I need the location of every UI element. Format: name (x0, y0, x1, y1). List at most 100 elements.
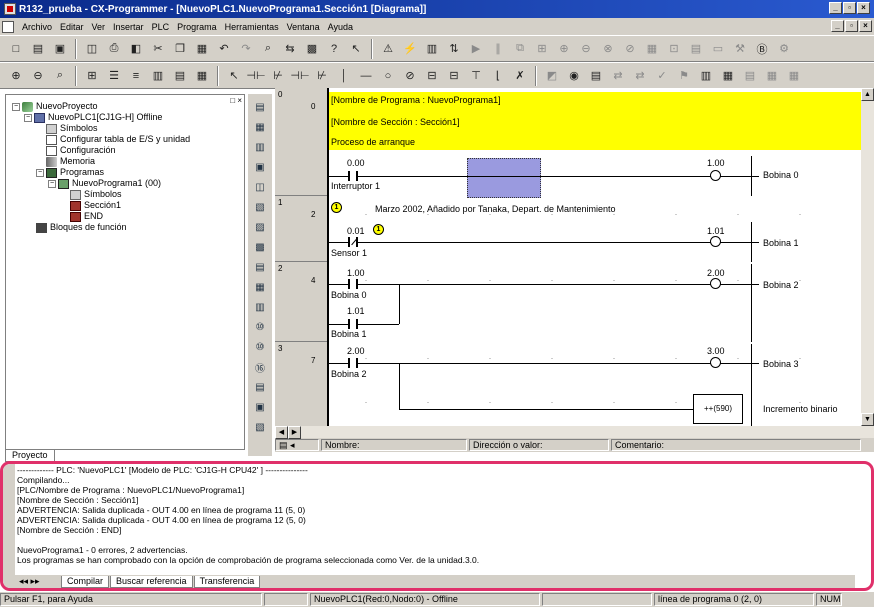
menu-insertar[interactable]: Insertar (109, 22, 148, 32)
properties-icon[interactable]: ◫ (82, 39, 102, 59)
ladder-vertical-scrollbar[interactable]: ▲ ▼ (861, 88, 874, 426)
tree-item[interactable]: Memoria (12, 156, 190, 167)
tab-transferencia[interactable]: Transferencia (193, 575, 261, 588)
differential-monitor-icon[interactable]: ⊞ (532, 39, 552, 59)
data-trace-icon[interactable]: ▤ (740, 66, 760, 86)
edit-icon[interactable]: ▤ (586, 66, 606, 86)
force-off-icon[interactable]: ⊖ (576, 39, 596, 59)
coil-icon[interactable] (710, 170, 721, 181)
instruction-box[interactable]: ++(590) (693, 394, 743, 424)
address-field[interactable]: Dirección o valor: (469, 439, 609, 451)
document-icon[interactable] (2, 20, 14, 33)
pause-icon[interactable]: ∥ (488, 39, 508, 59)
hex-view-icon[interactable]: ⑯ (251, 358, 269, 376)
undo-icon[interactable]: ↶ (214, 39, 234, 59)
check-icon[interactable]: ✓ (652, 66, 672, 86)
memory-card-icon[interactable]: ▦ (762, 66, 782, 86)
view-mnemonic-icon[interactable]: ▦ (251, 118, 269, 136)
window-icon[interactable]: ▭ (708, 39, 728, 59)
menu-editar[interactable]: Editar (56, 22, 88, 32)
tree-item[interactable]: − Programas (12, 167, 190, 178)
contact-icon[interactable] (348, 358, 358, 368)
transfer-edit-icon[interactable]: ⇄ (608, 66, 628, 86)
ladder-horizontal-scrollbar[interactable]: ◀ ▶ (275, 426, 874, 439)
io-table-view-icon[interactable]: ▥ (251, 298, 269, 316)
coil-icon[interactable]: ○ (378, 66, 398, 86)
online-edit-icon[interactable]: ◉ (564, 66, 584, 86)
scroll-down-icon[interactable]: ▼ (861, 413, 874, 426)
compare-icon[interactable]: ⧉ (510, 39, 530, 59)
tab-buscar-referencia[interactable]: Buscar referencia (110, 575, 193, 588)
symbol-table-icon[interactable]: ▦ (192, 66, 212, 86)
tree-item[interactable]: Configuración (12, 145, 190, 156)
close-button[interactable]: × (857, 2, 870, 14)
redo-icon[interactable]: ↷ (236, 39, 256, 59)
tree-item[interactable]: − NuevoPrograma1 (00) (12, 178, 190, 189)
no-contact-icon[interactable]: ⊣⊢ (246, 66, 266, 86)
tree-item[interactable]: Símbolos (12, 123, 190, 134)
cancel-edit-icon[interactable]: ⇄ (630, 66, 650, 86)
view-mode-icon[interactable]: ▤ ◂ (275, 439, 319, 451)
contact-icon[interactable] (348, 171, 358, 181)
address-ref-icon[interactable]: ▤ (251, 258, 269, 276)
view-settings-icon[interactable]: ▧ (251, 198, 269, 216)
grid-toggle-icon[interactable]: ⊞ (82, 66, 102, 86)
task-icon[interactable]: ▤ (686, 39, 706, 59)
select-mode-icon[interactable]: ↖ (224, 66, 244, 86)
function-icon[interactable]: ▤ (170, 66, 190, 86)
monitor-view-icon[interactable]: ▤ (251, 378, 269, 396)
nc-contact-icon[interactable]: ⊬ (268, 66, 288, 86)
print-preview-icon[interactable]: ◧ (126, 39, 146, 59)
collapse-icon[interactable]: − (48, 179, 56, 188)
tree-item[interactable]: END (12, 211, 190, 222)
instruction-icon[interactable]: ⊟ (422, 66, 442, 86)
name-field[interactable]: Nombre: (321, 439, 467, 451)
warning-icon[interactable]: ⚠ (378, 39, 398, 59)
output-window-handle[interactable] (3, 464, 15, 588)
collapse-icon[interactable]: − (12, 102, 20, 111)
menu-plc[interactable]: PLC (148, 22, 174, 32)
compile-all-icon[interactable]: ▥ (696, 66, 716, 86)
collapse-icon[interactable]: − (24, 113, 32, 122)
decimal-view-icon[interactable]: ⑩ (251, 318, 269, 336)
zoom-out-icon[interactable]: ⊖ (28, 66, 48, 86)
fb-instance-icon[interactable]: ⊤ (466, 66, 486, 86)
monitor-panel-icon[interactable]: ▥ (148, 66, 168, 86)
fb-connector-icon[interactable]: ⌊ (488, 66, 508, 86)
cycle-time-icon[interactable]: ▦ (718, 66, 738, 86)
comment-field[interactable]: Comentario: (611, 439, 861, 451)
run-icon[interactable]: ▶ (466, 39, 486, 59)
coil-icon[interactable] (710, 278, 721, 289)
memory-view-icon[interactable]: ▦ (251, 278, 269, 296)
open-icon[interactable]: ▤ (28, 39, 48, 59)
menu-herramientas[interactable]: Herramientas (221, 22, 283, 32)
build-icon[interactable]: ⚒ (730, 39, 750, 59)
comments-icon[interactable]: ☰ (104, 66, 124, 86)
set-icon[interactable]: ⊗ (598, 39, 618, 59)
reset-icon[interactable]: ⊘ (620, 39, 640, 59)
forced-view-icon[interactable]: ▣ (251, 398, 269, 416)
contact-icon[interactable] (348, 319, 358, 329)
nc-coil-icon[interactable]: ⊘ (400, 66, 420, 86)
tree-item[interactable]: − NuevoPLC1[CJ1G-H] Offline (12, 112, 190, 123)
zoom-fit-icon[interactable]: ⌕ (50, 66, 70, 86)
tab-scroll-arrows-icon[interactable]: ◂◂ ▸▸ (15, 576, 61, 587)
compile-icon[interactable]: ⚑ (674, 66, 694, 86)
view-symbols-icon[interactable]: ▣ (251, 158, 269, 176)
settings-icon[interactable]: ⚙ (774, 39, 794, 59)
error-log-icon[interactable]: ▦ (784, 66, 804, 86)
monitor-icon[interactable]: ▥ (422, 39, 442, 59)
menu-programa[interactable]: Programa (173, 22, 221, 32)
cursor-selection[interactable] (467, 158, 541, 198)
rung-comments-icon[interactable]: ≡ (126, 66, 146, 86)
panel-close-icon[interactable]: □ × (230, 96, 242, 105)
mode-icon[interactable]: ◩ (542, 66, 562, 86)
new-icon[interactable]: □ (6, 39, 26, 59)
instruction-box-icon[interactable]: ⊟ (444, 66, 464, 86)
menu-archivo[interactable]: Archivo (18, 22, 56, 32)
diff-view-icon[interactable]: ▧ (251, 418, 269, 436)
coil-icon[interactable] (710, 236, 721, 247)
context-help-icon[interactable]: ↖ (346, 39, 366, 59)
binary-icon[interactable]: Ⓑ (752, 39, 772, 59)
ladder-diagram[interactable]: 0 0 1 2 2 4 3 7 [Nombre de Programa : Nu… (275, 88, 861, 426)
